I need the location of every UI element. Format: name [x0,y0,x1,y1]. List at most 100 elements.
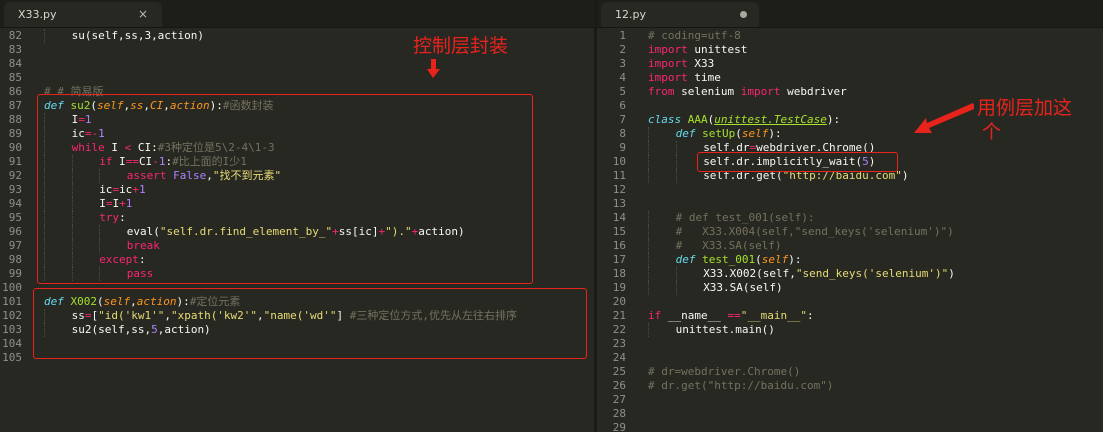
code-text: # X33.SA(self) [676,239,782,253]
down-arrow-icon [427,59,440,78]
indent-guide [648,127,649,141]
indent-guide [648,155,649,169]
code-line[interactable]: 26 # dr.get("http://baidu.com") [597,379,1103,393]
code-text: X33.X002(self,"send_keys('selenium')") [703,267,955,281]
close-icon[interactable]: × [138,7,148,21]
code-line[interactable]: 15 # X33.X004(self,"send_keys('selenium')… [597,225,1103,239]
indent-guide [675,141,677,155]
code-line[interactable]: 17 def test_001(self): [597,253,1103,267]
line-number: 9 [619,141,626,154]
line-number: 88 [8,113,22,126]
code-line[interactable]: 14 # def test_001(self): [597,211,1103,225]
code-line[interactable]: 85 [0,71,594,85]
code-token: import [648,43,688,56]
code-line[interactable]: 24 [597,351,1103,365]
tab-title: 12.py [615,8,646,21]
code-token: ) [901,169,909,182]
line-number: 12 [612,183,626,196]
code-text: # dr.get("http://baidu.com") [648,379,833,393]
code-token: ): [826,113,841,126]
code-line[interactable]: 21 if __name__ =="__main__": [597,309,1103,323]
indent-guide [675,281,677,295]
code-token: ( [735,127,742,140]
line-number: 102 [2,309,22,322]
line-number: 95 [8,211,22,224]
code-line[interactable]: 29 [597,421,1103,432]
line-number: 18 [612,267,626,280]
code-token: setUp [702,127,736,140]
line-number: 98 [8,253,22,266]
code-token: import [648,57,688,70]
code-token: ( [755,253,762,266]
line-number: 21 [612,309,626,322]
code-line[interactable]: 3 import X33 [597,57,1103,71]
left-arrow-icon [914,103,974,133]
code-text: def test_001(self): [676,253,802,267]
line-number: 22 [612,323,626,336]
line-number: 3 [619,57,626,70]
code-line[interactable]: 27 [597,393,1103,407]
line-number: 23 [612,337,626,350]
code-token: # coding=utf-8 [648,29,741,42]
code-line[interactable]: 25 # dr=webdriver.Chrome() [597,365,1103,379]
unsaved-dot-icon[interactable] [740,11,747,18]
code-line[interactable]: 4 import time [597,71,1103,85]
line-number: 87 [8,99,22,112]
line-number: 90 [8,141,22,154]
indent-guide [675,155,677,169]
code-text: # def test_001(self): [676,211,815,225]
code-text: class AAA(unittest.TestCase): [648,113,840,127]
code-line[interactable]: 13 [597,197,1103,211]
tab-12-py[interactable]: 12.py [601,2,759,27]
line-number: 101 [2,295,22,308]
line-number: 82 [8,29,22,42]
indent-guide [648,225,649,239]
code-token: # dr.get("http://baidu.com") [648,379,834,392]
code-token: unittest [687,43,748,56]
code-text: from selenium import webdriver [648,85,847,99]
code-line[interactable]: 28 [597,407,1103,421]
indent-guide [44,29,45,43]
code-token: su(self,ss,3,action) [71,29,205,42]
code-token: # X33.X004(self,"send_keys('selenium')") [675,225,954,238]
line-number: 97 [8,239,22,252]
code-line[interactable]: 2 import unittest [597,43,1103,57]
line-number: 86 [8,85,22,98]
indent-guide [648,323,649,337]
indent-guide [648,267,649,281]
code-line[interactable]: 84 [0,57,594,71]
code-line[interactable]: 18 X33.X002(self,"send_keys('selenium')") [597,267,1103,281]
code-token: if [648,309,662,322]
code-line[interactable]: 8 def setUp(self): [597,127,1103,141]
code-line[interactable]: 20 [597,295,1103,309]
code-line[interactable]: 1 # coding=utf-8 [597,29,1103,43]
code-text: import X33 [648,57,714,71]
code-text: import time [648,71,721,85]
code-token: AAA [687,113,708,126]
line-number: 27 [612,393,626,406]
code-token: webdriver [780,85,847,98]
code-line[interactable]: 16 # X33.SA(self) [597,239,1103,253]
code-token: X33.SA(self) [703,281,783,294]
line-number: 28 [612,407,626,420]
code-line[interactable]: 12 [597,183,1103,197]
line-number: 2 [619,43,626,56]
line-number: 84 [8,57,22,70]
indent-guide [675,267,677,281]
code-token: unittest.TestCase [714,113,827,126]
code-token: X33.X002(self, [703,267,796,280]
code-line[interactable]: 19 X33.SA(self) [597,281,1103,295]
line-number: 83 [8,43,22,56]
code-line[interactable]: 22 unittest.main() [597,323,1103,337]
line-number: 4 [619,71,626,84]
code-line[interactable]: 23 [597,337,1103,351]
tab-x33-py[interactable]: X33.py × [4,2,162,27]
line-number: 24 [612,351,626,364]
line-number: 104 [2,337,22,350]
indent-guide [648,211,649,225]
line-number: 14 [612,211,626,224]
right-code-area[interactable]: 1 # coding=utf-8 2 import unittest 3 import X… [597,29,1103,432]
left-tab-bar: X33.py × [0,0,594,28]
line-number: 19 [612,281,626,294]
